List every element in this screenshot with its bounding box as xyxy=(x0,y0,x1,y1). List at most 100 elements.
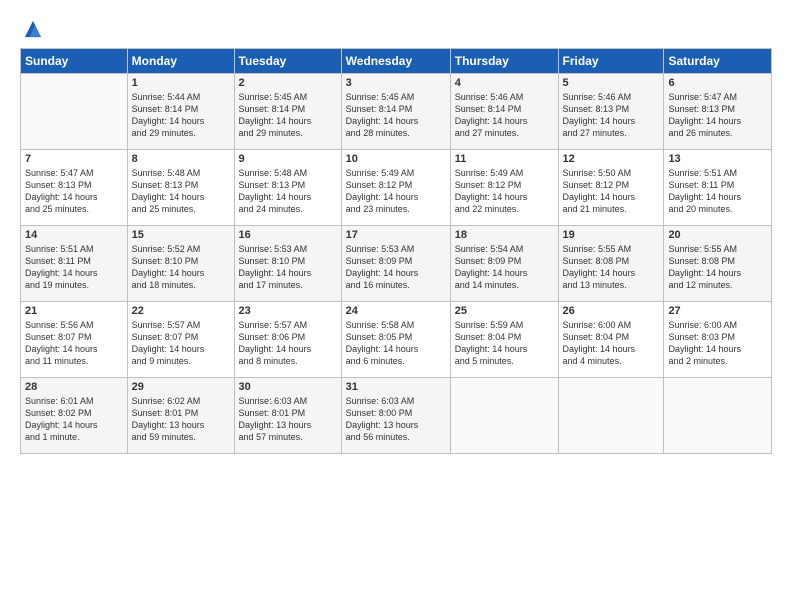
cell-info: Sunrise: 5:51 AM Sunset: 8:11 PM Dayligh… xyxy=(25,243,123,292)
cell-info: Sunrise: 5:55 AM Sunset: 8:08 PM Dayligh… xyxy=(563,243,660,292)
cell-info: Sunrise: 6:01 AM Sunset: 8:02 PM Dayligh… xyxy=(25,395,123,444)
calendar-cell: 17 Sunrise: 5:53 AM Sunset: 8:09 PM Dayli… xyxy=(341,226,450,302)
cell-info: Sunrise: 5:54 AM Sunset: 8:09 PM Dayligh… xyxy=(455,243,554,292)
cell-info: Sunrise: 6:03 AM Sunset: 8:00 PM Dayligh… xyxy=(346,395,446,444)
day-number: 13 xyxy=(668,153,767,165)
cell-info: Sunrise: 5:46 AM Sunset: 8:14 PM Dayligh… xyxy=(455,91,554,140)
calendar-cell: 13Sunrise: 5:51 AM Sunset: 8:11 PM Dayli… xyxy=(664,150,772,226)
calendar-cell: 30 Sunrise: 6:03 AM Sunset: 8:01 PM Dayli… xyxy=(234,378,341,454)
day-number: 6 xyxy=(668,77,767,89)
day-number: 12 xyxy=(563,153,660,165)
day-number: 7 xyxy=(25,153,123,165)
cell-info: Sunrise: 5:56 AM Sunset: 8:07 PM Dayligh… xyxy=(25,319,123,368)
weekday-header-tuesday: Tuesday xyxy=(234,49,341,74)
day-number: 1 xyxy=(132,77,230,89)
cell-info: Sunrise: 5:57 AM Sunset: 8:07 PM Dayligh… xyxy=(132,319,230,368)
logo xyxy=(20,18,44,36)
calendar-cell: 24 Sunrise: 5:58 AM Sunset: 8:05 PM Dayli… xyxy=(341,302,450,378)
header xyxy=(20,18,772,36)
day-number: 26 xyxy=(563,305,660,317)
day-number: 23 xyxy=(239,305,337,317)
day-number: 14 xyxy=(25,229,123,241)
day-number: 15 xyxy=(132,229,230,241)
calendar-week-row: 28 Sunrise: 6:01 AM Sunset: 8:02 PM Dayli… xyxy=(21,378,772,454)
cell-info: Sunrise: 5:55 AM Sunset: 8:08 PM Dayligh… xyxy=(668,243,767,292)
day-number: 27 xyxy=(668,305,767,317)
cell-info: Sunrise: 5:53 AM Sunset: 8:09 PM Dayligh… xyxy=(346,243,446,292)
weekday-header-row: SundayMondayTuesdayWednesdayThursdayFrid… xyxy=(21,49,772,74)
day-number: 20 xyxy=(668,229,767,241)
weekday-header-thursday: Thursday xyxy=(450,49,558,74)
calendar-cell: 12 Sunrise: 5:50 AM Sunset: 8:12 PM Dayli… xyxy=(558,150,664,226)
cell-info: Sunrise: 5:49 AM Sunset: 8:12 PM Dayligh… xyxy=(455,167,554,216)
calendar-cell: 4Sunrise: 5:46 AM Sunset: 8:14 PM Daylig… xyxy=(450,74,558,150)
calendar-cell: 22 Sunrise: 5:57 AM Sunset: 8:07 PM Dayli… xyxy=(127,302,234,378)
weekday-header-friday: Friday xyxy=(558,49,664,74)
day-number: 2 xyxy=(239,77,337,89)
calendar-cell: 21 Sunrise: 5:56 AM Sunset: 8:07 PM Dayli… xyxy=(21,302,128,378)
calendar-week-row: 14 Sunrise: 5:51 AM Sunset: 8:11 PM Dayli… xyxy=(21,226,772,302)
calendar-week-row: 7 Sunrise: 5:47 AM Sunset: 8:13 PM Daylig… xyxy=(21,150,772,226)
calendar-cell: 25 Sunrise: 5:59 AM Sunset: 8:04 PM Dayli… xyxy=(450,302,558,378)
calendar-cell xyxy=(558,378,664,454)
weekday-header-wednesday: Wednesday xyxy=(341,49,450,74)
weekday-header-saturday: Saturday xyxy=(664,49,772,74)
day-number: 24 xyxy=(346,305,446,317)
cell-info: Sunrise: 5:45 AM Sunset: 8:14 PM Dayligh… xyxy=(346,91,446,140)
calendar-cell: 8 Sunrise: 5:48 AM Sunset: 8:13 PM Daylig… xyxy=(127,150,234,226)
calendar-cell: 16 Sunrise: 5:53 AM Sunset: 8:10 PM Dayli… xyxy=(234,226,341,302)
calendar-cell: 18 Sunrise: 5:54 AM Sunset: 8:09 PM Dayli… xyxy=(450,226,558,302)
day-number: 17 xyxy=(346,229,446,241)
calendar-container: SundayMondayTuesdayWednesdayThursdayFrid… xyxy=(0,0,792,464)
day-number: 21 xyxy=(25,305,123,317)
day-number: 8 xyxy=(132,153,230,165)
calendar-cell: 9 Sunrise: 5:48 AM Sunset: 8:13 PM Daylig… xyxy=(234,150,341,226)
cell-info: Sunrise: 5:46 AM Sunset: 8:13 PM Dayligh… xyxy=(563,91,660,140)
cell-info: Sunrise: 5:59 AM Sunset: 8:04 PM Dayligh… xyxy=(455,319,554,368)
day-number: 22 xyxy=(132,305,230,317)
day-number: 9 xyxy=(239,153,337,165)
cell-info: Sunrise: 6:03 AM Sunset: 8:01 PM Dayligh… xyxy=(239,395,337,444)
calendar-cell: 29 Sunrise: 6:02 AM Sunset: 8:01 PM Dayli… xyxy=(127,378,234,454)
cell-info: Sunrise: 5:57 AM Sunset: 8:06 PM Dayligh… xyxy=(239,319,337,368)
calendar-cell: 19Sunrise: 5:55 AM Sunset: 8:08 PM Dayli… xyxy=(558,226,664,302)
day-number: 29 xyxy=(132,381,230,393)
cell-info: Sunrise: 5:50 AM Sunset: 8:12 PM Dayligh… xyxy=(563,167,660,216)
cell-info: Sunrise: 5:48 AM Sunset: 8:13 PM Dayligh… xyxy=(132,167,230,216)
calendar-cell: 14 Sunrise: 5:51 AM Sunset: 8:11 PM Dayli… xyxy=(21,226,128,302)
calendar-cell: 26 Sunrise: 6:00 AM Sunset: 8:04 PM Dayli… xyxy=(558,302,664,378)
calendar-cell: 20 Sunrise: 5:55 AM Sunset: 8:08 PM Dayli… xyxy=(664,226,772,302)
cell-info: Sunrise: 5:45 AM Sunset: 8:14 PM Dayligh… xyxy=(239,91,337,140)
day-number: 3 xyxy=(346,77,446,89)
day-number: 30 xyxy=(239,381,337,393)
calendar-cell xyxy=(21,74,128,150)
cell-info: Sunrise: 5:58 AM Sunset: 8:05 PM Dayligh… xyxy=(346,319,446,368)
calendar-cell: 7 Sunrise: 5:47 AM Sunset: 8:13 PM Daylig… xyxy=(21,150,128,226)
day-number: 18 xyxy=(455,229,554,241)
cell-info: Sunrise: 5:52 AM Sunset: 8:10 PM Dayligh… xyxy=(132,243,230,292)
calendar-cell: 10 Sunrise: 5:49 AM Sunset: 8:12 PM Dayli… xyxy=(341,150,450,226)
calendar-cell xyxy=(664,378,772,454)
cell-info: Sunrise: 5:49 AM Sunset: 8:12 PM Dayligh… xyxy=(346,167,446,216)
calendar-cell: 23 Sunrise: 5:57 AM Sunset: 8:06 PM Dayli… xyxy=(234,302,341,378)
day-number: 31 xyxy=(346,381,446,393)
day-number: 25 xyxy=(455,305,554,317)
calendar-cell: 6Sunrise: 5:47 AM Sunset: 8:13 PM Daylig… xyxy=(664,74,772,150)
day-number: 5 xyxy=(563,77,660,89)
day-number: 10 xyxy=(346,153,446,165)
calendar-cell: 3 Sunrise: 5:45 AM Sunset: 8:14 PM Daylig… xyxy=(341,74,450,150)
calendar-cell: 28 Sunrise: 6:01 AM Sunset: 8:02 PM Dayli… xyxy=(21,378,128,454)
cell-info: Sunrise: 5:53 AM Sunset: 8:10 PM Dayligh… xyxy=(239,243,337,292)
calendar-cell: 1Sunrise: 5:44 AM Sunset: 8:14 PM Daylig… xyxy=(127,74,234,150)
calendar-cell: 5 Sunrise: 5:46 AM Sunset: 8:13 PM Daylig… xyxy=(558,74,664,150)
calendar-cell: 31 Sunrise: 6:03 AM Sunset: 8:00 PM Dayli… xyxy=(341,378,450,454)
cell-info: Sunrise: 6:02 AM Sunset: 8:01 PM Dayligh… xyxy=(132,395,230,444)
cell-info: Sunrise: 6:00 AM Sunset: 8:04 PM Dayligh… xyxy=(563,319,660,368)
cell-info: Sunrise: 5:47 AM Sunset: 8:13 PM Dayligh… xyxy=(25,167,123,216)
day-number: 16 xyxy=(239,229,337,241)
calendar-cell: 2 Sunrise: 5:45 AM Sunset: 8:14 PM Daylig… xyxy=(234,74,341,150)
cell-info: Sunrise: 5:48 AM Sunset: 8:13 PM Dayligh… xyxy=(239,167,337,216)
calendar-cell: 11Sunrise: 5:49 AM Sunset: 8:12 PM Dayli… xyxy=(450,150,558,226)
day-number: 28 xyxy=(25,381,123,393)
weekday-header-sunday: Sunday xyxy=(21,49,128,74)
